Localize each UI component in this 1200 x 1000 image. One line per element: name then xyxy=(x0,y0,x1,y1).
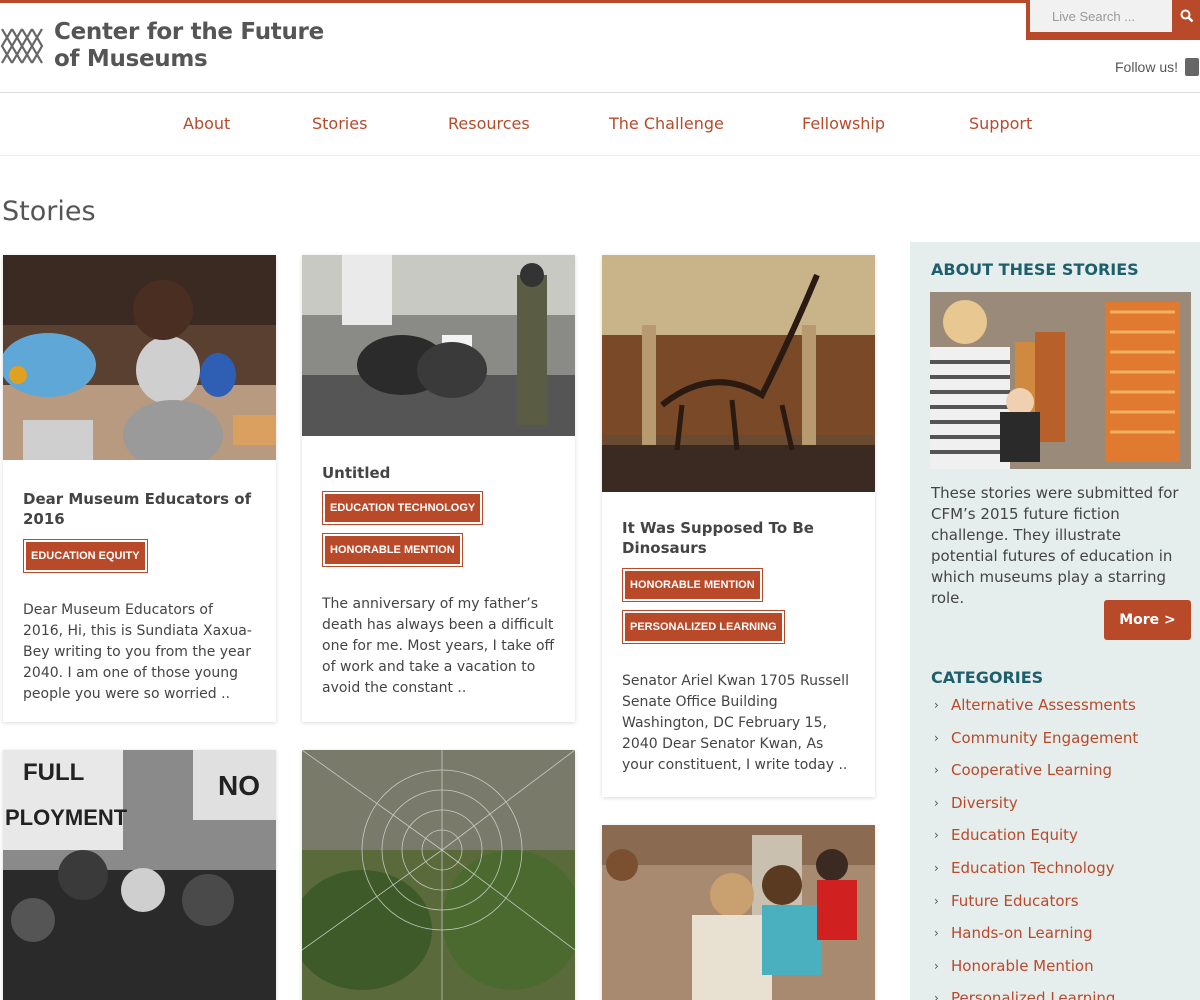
story-card xyxy=(602,825,875,1000)
logo-wordmark: Center for the Future of Museums xyxy=(54,19,324,73)
category-list: › Alternative Assessments › Community Enga… xyxy=(934,696,1138,1000)
story-card: It Was Supposed To Be Dinosaurs HONORABL… xyxy=(602,255,875,797)
story-image[interactable]: FULL PLOYMENT NO xyxy=(3,750,276,1000)
nav-about[interactable]: About xyxy=(183,114,230,133)
kids-building-cups-photo xyxy=(602,825,875,1000)
category-item[interactable]: › Diversity xyxy=(934,794,1138,827)
story-image[interactable] xyxy=(302,255,575,436)
categories-heading: CATEGORIES xyxy=(931,668,1044,687)
category-label[interactable]: Personalized Learning xyxy=(951,989,1115,1000)
category-item[interactable]: › Education Technology xyxy=(934,859,1138,892)
tag-label: PERSONALIZED LEARNING xyxy=(625,613,782,641)
tag-label: EDUCATION TECHNOLOGY xyxy=(325,494,481,522)
chevron-right-icon: › xyxy=(934,795,939,810)
more-button[interactable]: More > xyxy=(1104,600,1191,640)
story-tag[interactable]: HONORABLE MENTION xyxy=(622,568,763,602)
search-input[interactable] xyxy=(1030,0,1172,32)
logo-line-2: of Museums xyxy=(54,46,208,72)
nav-fellowship[interactable]: Fellowship xyxy=(802,114,885,133)
vr-headset-photo xyxy=(302,255,575,436)
svg-text:PLOYMENT: PLOYMENT xyxy=(5,805,128,830)
category-item[interactable]: › Community Engagement xyxy=(934,729,1138,762)
sidebar: ABOUT THESE STORIES These stories were s… xyxy=(910,242,1200,1000)
civil-rights-march-photo: FULL PLOYMENT NO xyxy=(3,750,276,1000)
story-excerpt: Dear Museum Educators of 2016, Hi, this … xyxy=(23,602,252,702)
story-tag[interactable]: PERSONALIZED LEARNING xyxy=(622,610,785,644)
chevron-right-icon: › xyxy=(934,991,939,1000)
category-label[interactable]: Honorable Mention xyxy=(951,957,1094,975)
story-card: Untitled EDUCATION TECHNOLOGY HONORABLE … xyxy=(302,255,575,722)
nav-stories[interactable]: Stories xyxy=(312,114,367,133)
story-tag[interactable]: HONORABLE MENTION xyxy=(322,533,463,567)
category-label[interactable]: Cooperative Learning xyxy=(951,761,1112,779)
tag-label: HONORABLE MENTION xyxy=(625,571,760,599)
follow-label: Follow us! xyxy=(1115,59,1179,75)
dinosaur-skeleton-photo xyxy=(602,255,875,492)
story-image[interactable] xyxy=(302,750,575,1000)
follow-us: Follow us! xyxy=(1115,58,1200,76)
chevron-right-icon: › xyxy=(934,730,939,745)
tag-label: EDUCATION EQUITY xyxy=(26,542,145,570)
site-logo[interactable]: Center for the Future of Museums xyxy=(0,16,324,76)
story-excerpt: Senator Ariel Kwan 1705 Russell Senate O… xyxy=(622,673,849,773)
logo-line-1: Center for the Future xyxy=(54,19,324,45)
story-card xyxy=(302,750,575,1000)
story-title[interactable]: It Was Supposed To Be Dinosaurs xyxy=(622,518,855,558)
chevron-right-icon: › xyxy=(934,893,939,908)
category-label[interactable]: Education Equity xyxy=(951,826,1078,844)
nav-the-challenge[interactable]: The Challenge xyxy=(609,114,724,133)
nav-resources[interactable]: Resources xyxy=(448,114,530,133)
about-stories-text: These stories were submitted for CFM’s 2… xyxy=(931,484,1179,607)
chevron-right-icon: › xyxy=(934,698,939,712)
svg-text:NO: NO xyxy=(218,770,260,801)
svg-text:FULL: FULL xyxy=(23,759,84,786)
story-image[interactable] xyxy=(602,825,875,1000)
nav-support[interactable]: Support xyxy=(969,114,1032,133)
category-label[interactable]: Future Educators xyxy=(951,892,1079,910)
mother-baby-museum-photo xyxy=(930,292,1191,469)
story-tag[interactable]: EDUCATION TECHNOLOGY xyxy=(322,491,484,525)
museum-lattice-logo-icon xyxy=(0,28,44,64)
about-stories-heading: ABOUT THESE STORIES xyxy=(931,260,1139,279)
story-card: FULL PLOYMENT NO xyxy=(3,750,276,1000)
tag-label: HONORABLE MENTION xyxy=(325,536,460,564)
live-search xyxy=(1026,0,1200,40)
category-label[interactable]: Community Engagement xyxy=(951,729,1138,747)
story-tag[interactable]: EDUCATION EQUITY xyxy=(23,539,148,573)
category-item[interactable]: › Honorable Mention xyxy=(934,957,1138,990)
category-label[interactable]: Diversity xyxy=(951,794,1018,812)
chevron-right-icon: › xyxy=(934,926,939,941)
chevron-right-icon: › xyxy=(934,828,939,843)
page-title: Stories xyxy=(2,196,96,227)
spider-web-photo xyxy=(302,750,575,1000)
chevron-right-icon: › xyxy=(934,763,939,778)
category-label[interactable]: Hands-on Learning xyxy=(951,924,1093,942)
search-button[interactable] xyxy=(1172,0,1200,32)
twitter-icon[interactable] xyxy=(1185,58,1200,76)
category-item[interactable]: › Personalized Learning xyxy=(934,989,1138,1000)
category-item[interactable]: › Education Equity xyxy=(934,826,1138,859)
story-title[interactable]: Dear Museum Educators of 2016 xyxy=(23,489,256,529)
story-image[interactable] xyxy=(602,255,875,492)
main-nav: About Stories Resources The Challenge Fe… xyxy=(0,92,1200,156)
category-item[interactable]: › Hands-on Learning xyxy=(934,924,1138,957)
chevron-right-icon: › xyxy=(934,958,939,973)
story-title[interactable]: Untitled xyxy=(322,463,555,483)
category-item[interactable]: › Alternative Assessments xyxy=(934,696,1138,729)
search-icon xyxy=(1180,9,1194,23)
category-item[interactable]: › Cooperative Learning xyxy=(934,761,1138,794)
story-image[interactable] xyxy=(3,255,276,460)
chevron-right-icon: › xyxy=(934,860,939,875)
child-playing-photo xyxy=(3,255,276,460)
category-item[interactable]: › Future Educators xyxy=(934,892,1138,925)
top-accent-bar xyxy=(0,0,1200,3)
story-card: Dear Museum Educators of 2016 EDUCATION … xyxy=(3,255,276,722)
story-excerpt: The anniversary of my father’s death has… xyxy=(322,596,555,696)
category-label[interactable]: Education Technology xyxy=(951,859,1114,877)
about-stories-image xyxy=(930,292,1191,469)
category-label[interactable]: Alternative Assessments xyxy=(951,696,1136,714)
